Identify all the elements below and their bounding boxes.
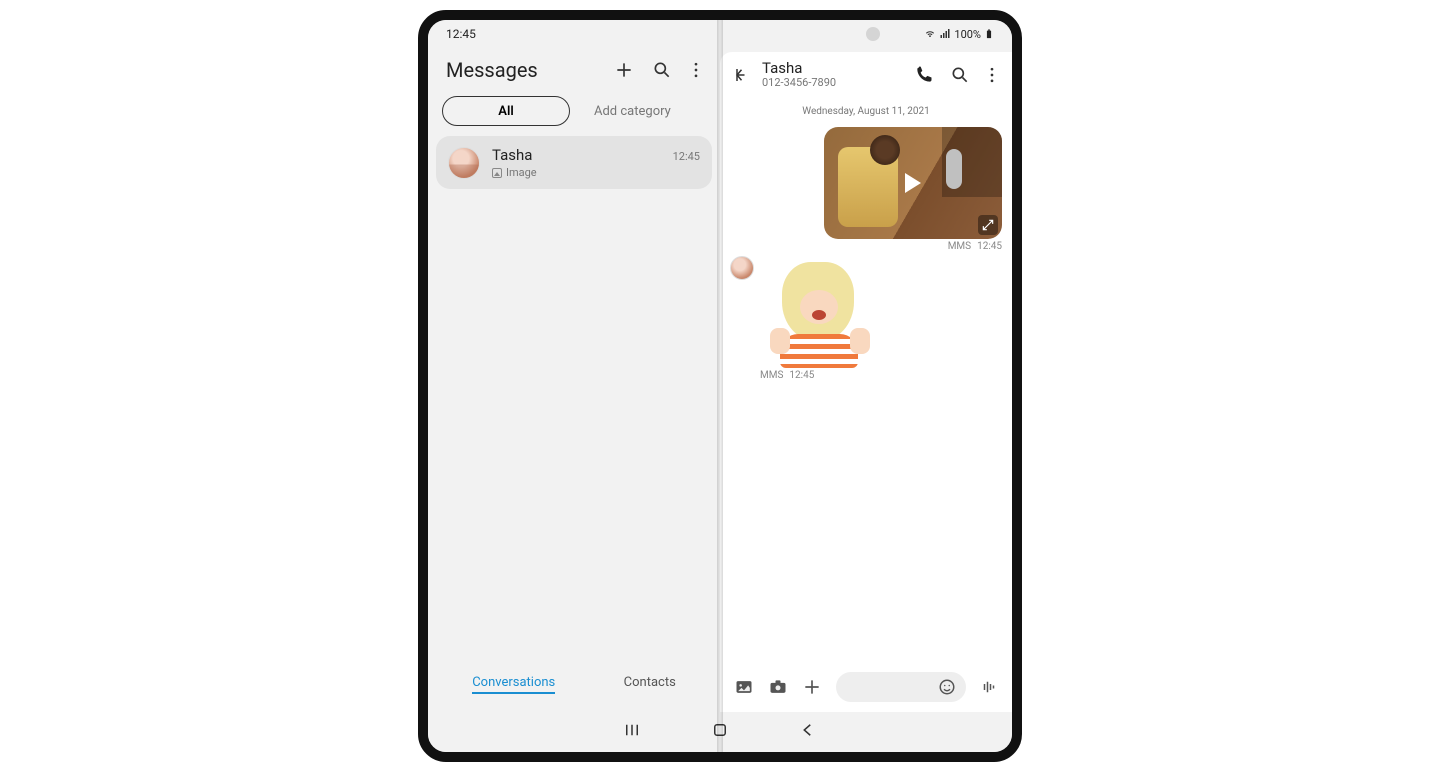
compose-icon[interactable] xyxy=(614,60,634,80)
conversation-preview: Image xyxy=(506,166,537,179)
chat-contact-number: 012-3456-7890 xyxy=(762,77,904,90)
date-separator: Wednesday, August 11, 2021 xyxy=(730,106,1002,117)
video-message[interactable] xyxy=(824,127,1002,239)
front-camera-dot xyxy=(866,27,880,41)
more-icon[interactable] xyxy=(690,60,702,80)
expand-icon[interactable] xyxy=(978,215,998,235)
play-icon xyxy=(905,173,921,193)
add-category-button[interactable]: Add category xyxy=(594,104,671,119)
sticker-picker-icon[interactable] xyxy=(938,678,956,696)
message-tag: MMS xyxy=(760,370,783,381)
message-time: 12:45 xyxy=(789,370,814,381)
back-icon[interactable] xyxy=(734,66,752,84)
chat-pane: Tasha 012-3456-7890 xyxy=(720,52,1012,712)
system-nav-bar xyxy=(428,712,1012,752)
recents-button[interactable] xyxy=(623,721,641,743)
voice-input-icon[interactable] xyxy=(980,678,998,696)
chat-search-icon[interactable] xyxy=(950,65,970,85)
call-icon[interactable] xyxy=(914,65,934,85)
home-button[interactable] xyxy=(711,721,729,743)
conversation-time: 12:45 xyxy=(673,150,700,163)
back-button[interactable] xyxy=(799,721,817,743)
sticker-message[interactable] xyxy=(760,256,876,368)
chat-more-icon[interactable] xyxy=(986,65,998,85)
camera-icon[interactable] xyxy=(768,677,788,697)
battery-text: 100% xyxy=(954,28,981,41)
avatar xyxy=(448,147,480,179)
wifi-icon xyxy=(924,28,936,40)
status-icons: 100% xyxy=(924,28,994,41)
message-time: 12:45 xyxy=(977,241,1002,252)
conversation-list-pane: Messages All Add xyxy=(428,48,720,712)
tab-all[interactable]: All xyxy=(442,96,570,126)
conversation-item[interactable]: Tasha 12:45 Image xyxy=(436,136,712,189)
bottom-tab-contacts[interactable]: Contacts xyxy=(624,675,676,694)
battery-icon xyxy=(984,28,994,40)
sender-avatar xyxy=(730,256,754,280)
messages-title: Messages xyxy=(446,58,538,82)
conversation-name: Tasha xyxy=(492,146,532,164)
search-icon[interactable] xyxy=(652,60,672,80)
bottom-tab-conversations[interactable]: Conversations xyxy=(472,675,555,694)
status-bar: 12:45 100% xyxy=(428,20,1012,48)
chat-contact-name: Tasha xyxy=(762,60,904,77)
gallery-icon[interactable] xyxy=(734,677,754,697)
message-input[interactable] xyxy=(836,672,966,702)
signal-icon xyxy=(939,28,951,40)
message-tag: MMS xyxy=(948,241,971,252)
status-time: 12:45 xyxy=(446,27,476,41)
compose-bar xyxy=(720,664,1012,712)
image-attachment-icon xyxy=(492,168,502,178)
attach-more-icon[interactable] xyxy=(802,677,822,697)
